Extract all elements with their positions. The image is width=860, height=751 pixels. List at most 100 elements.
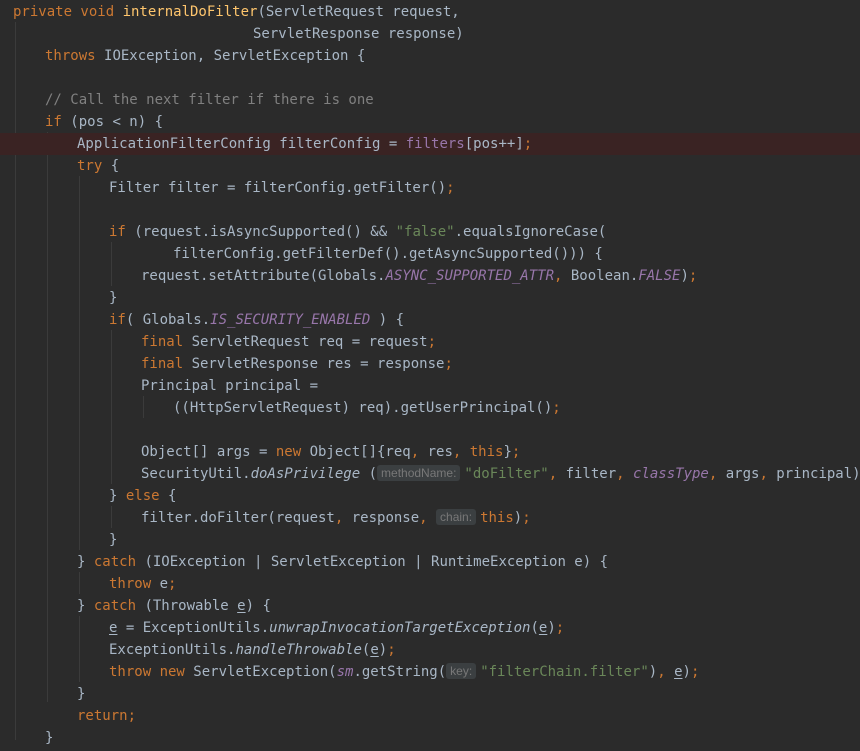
code-line[interactable]: filterConfig.getFilterDef().getAsyncSupp… [0, 243, 860, 265]
code-line[interactable]: ((HttpServletRequest) req).getUserPrinci… [0, 397, 860, 419]
code-line[interactable]: Filter filter = filterConfig.getFilter()… [0, 177, 860, 199]
code-text: .getString( [353, 664, 447, 680]
code-text: = ExceptionUtils. [117, 620, 270, 636]
code-text: Object[] args = [141, 444, 276, 460]
keyword: if [45, 114, 71, 130]
string-literal: "doFilter" [464, 466, 549, 482]
code-text: (request.isAsyncSupported() && [134, 224, 396, 240]
code-line[interactable]: return; [0, 705, 860, 727]
code-line[interactable]: throws IOException, ServletException { [0, 45, 860, 67]
code-line[interactable]: if( Globals.IS_SECURITY_ENABLED ) { [0, 309, 860, 331]
semicolon: ; [523, 136, 533, 152]
semicolon: ; [444, 356, 453, 372]
code-text: ServletRequest req = request [191, 334, 428, 350]
keyword: else [125, 488, 169, 504]
code-line[interactable]: } [0, 683, 860, 705]
code-text: } [109, 290, 118, 306]
code-line[interactable]: } [0, 529, 860, 551]
code-text: { [110, 158, 120, 174]
semicolon: ; [127, 708, 137, 724]
semicolon: ; [552, 400, 561, 416]
code-text: ) [680, 268, 689, 284]
code-text: } [77, 554, 94, 570]
keyword: catch [93, 554, 145, 570]
code-line[interactable]: filter.doFilter(request, response, chain… [0, 507, 860, 529]
code-line[interactable]: // Call the next filter if there is one [0, 89, 860, 111]
code-text: { [168, 488, 177, 504]
code-line[interactable]: } [0, 287, 860, 309]
code-text: ( [530, 620, 539, 636]
static-method: handleThrowable [235, 642, 362, 658]
code-line-highlighted[interactable]: ApplicationFilterConfig filterConfig = f… [0, 133, 860, 155]
code-text: ) [648, 664, 658, 680]
semicolon: ; [690, 664, 700, 680]
keyword: catch [93, 598, 145, 614]
code-text: ) [682, 664, 691, 680]
code-line[interactable]: if (request.isAsyncSupported() && "false… [0, 221, 860, 243]
keyword: if [109, 224, 135, 240]
semicolon: ; [555, 620, 565, 636]
code-text: ServletResponse response) [253, 26, 464, 42]
string-literal: "filterChain.filter" [480, 664, 649, 680]
code-line[interactable]: } catch (Throwable e) { [0, 595, 860, 617]
keyword: try [77, 158, 111, 174]
code-text: Principal principal = [141, 378, 319, 394]
code-line[interactable]: } [0, 727, 860, 749]
keyword: return [77, 708, 128, 724]
code-text: (ServletRequest request, [257, 4, 460, 20]
code-text: } [77, 598, 94, 614]
semicolon: ; [168, 576, 177, 592]
code-line[interactable]: try { [0, 155, 860, 177]
code-line[interactable]: Object[] args = new Object[]{req, res, t… [0, 441, 860, 463]
code-line[interactable]: e = ExceptionUtils.unwrapInvocationTarge… [0, 617, 860, 639]
comma: , [452, 444, 470, 460]
comma: , [759, 466, 777, 482]
keyword: if [109, 312, 126, 328]
code-line[interactable]: if (pos < n) { [0, 111, 860, 133]
code-line[interactable]: throw e; [0, 573, 860, 595]
code-text: Boolean. [570, 268, 639, 284]
code-line[interactable]: } catch (IOException | ServletException … [0, 551, 860, 573]
reassigned-variable: e [370, 642, 379, 658]
parameter-hint: key: [446, 663, 477, 679]
code-text: .equalsIgnoreCase( [454, 224, 607, 240]
static-field: IS_SECURITY_ENABLED [210, 312, 371, 328]
keyword: throw [109, 576, 160, 592]
code-line[interactable]: } else { [0, 485, 860, 507]
code-line[interactable]: final ServletResponse res = response; [0, 353, 860, 375]
semicolon: ; [387, 642, 396, 658]
code-text: (Throwable [144, 598, 238, 614]
code-line[interactable]: ExceptionUtils.handleThrowable(e); [0, 639, 860, 661]
code-line[interactable]: throw new ServletException(sm.getString(… [0, 661, 860, 683]
code-text: SecurityUtil. [141, 466, 251, 482]
semicolon: ; [688, 268, 698, 284]
code-line[interactable]: ServletResponse response) [0, 23, 860, 45]
code-text: } [77, 686, 86, 702]
keyword: private void [13, 4, 123, 20]
code-text: filterConfig.getFilterDef().getAsyncSupp… [173, 246, 603, 262]
code-line[interactable]: final ServletRequest req = request; [0, 331, 860, 353]
code-editor[interactable]: private void internalDoFilter(ServletReq… [0, 0, 860, 751]
code-text: Filter filter = filterConfig.getFilter() [109, 180, 447, 196]
semicolon: ; [427, 334, 437, 350]
code-text: } [109, 488, 126, 504]
code-text: [pos++] [464, 136, 524, 152]
semicolon: ; [446, 180, 455, 196]
comma: , [554, 268, 571, 284]
comma: , [548, 466, 566, 482]
code-line[interactable]: Principal principal = [0, 375, 860, 397]
code-line[interactable]: private void internalDoFilter(ServletReq… [0, 1, 860, 23]
static-field: classType [633, 466, 709, 482]
code-text: ExceptionUtils. [109, 642, 236, 658]
code-text: ) [378, 642, 388, 658]
code-text: ) { [245, 598, 271, 614]
code-text: (pos < n) { [70, 114, 164, 130]
comma: , [708, 466, 726, 482]
comma: , [410, 444, 428, 460]
keyword: this [469, 444, 504, 460]
code-line[interactable]: SecurityUtil.doAsPrivilege (methodName: "… [0, 463, 860, 485]
code-line[interactable]: request.setAttribute(Globals.ASYNC_SUPPO… [0, 265, 860, 287]
code-text: } [109, 532, 118, 548]
comma: , [657, 664, 675, 680]
keyword: final [141, 334, 192, 350]
